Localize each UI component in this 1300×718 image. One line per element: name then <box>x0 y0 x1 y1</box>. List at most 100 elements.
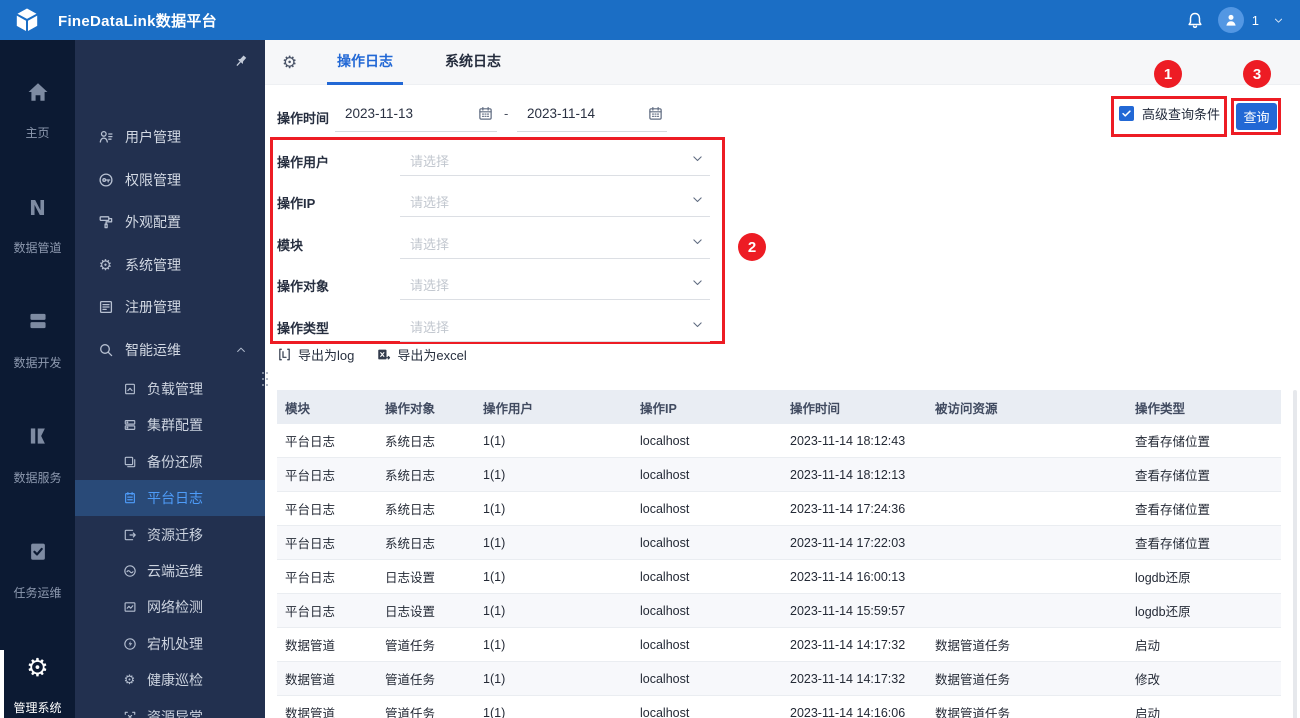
cell-operate-object: 管道任务 <box>385 707 436 718</box>
date-to-value: 2023-11-14 <box>527 106 596 121</box>
cell-accessed-resource: 数据管道任务 <box>935 639 1011 653</box>
sidebar-item-permission-mgmt[interactable]: 权限管理 <box>75 159 265 201</box>
rail-item-home[interactable]: 主页 <box>0 80 75 141</box>
checkbox-checked-icon[interactable] <box>1119 106 1134 121</box>
cell-operate-ip: localhost <box>640 671 690 686</box>
cloud-ops-icon <box>122 564 137 578</box>
cell-operate-time: 2023-11-14 14:16:06 <box>790 705 906 718</box>
active-rail-indicator <box>0 650 4 718</box>
home-icon <box>0 80 75 106</box>
date-from-field[interactable]: 2023-11-13 <box>335 98 497 132</box>
settings-gear-icon[interactable]: ⚙ <box>282 53 297 73</box>
rail-item-data-dev[interactable]: 数据开发 <box>0 310 75 371</box>
user-avatar[interactable] <box>1217 7 1244 33</box>
logo[interactable] <box>14 7 40 33</box>
sidebar-subitem-platform-log[interactable]: 平台日志 <box>75 480 265 517</box>
sidebar-subitem-cloud-ops[interactable]: 云端运维 <box>75 553 265 589</box>
tab-bar: ⚙ 操作日志 系统日志 <box>265 40 1300 85</box>
chevron-down-icon[interactable] <box>1273 15 1284 26</box>
rail-item-admin-system[interactable]: ⚙ 管理系统 <box>0 655 75 716</box>
load-icon <box>122 382 137 396</box>
tab-operation-log[interactable]: 操作日志 <box>327 40 403 85</box>
annotation-badge-3: 3 <box>1243 60 1271 88</box>
sidebar-subitem-cluster-config[interactable]: 集群配置 <box>75 407 265 443</box>
user-icon <box>97 129 114 145</box>
resource-alert-icon <box>122 710 137 718</box>
cell-module: 平台日志 <box>285 503 336 517</box>
cell-operate-ip: localhost <box>640 637 690 652</box>
advanced-query-toggle[interactable]: 高级查询条件 <box>1119 104 1220 123</box>
register-doc-icon <box>97 299 114 315</box>
cell-operate-type: 查看存储位置 <box>1135 537 1211 551</box>
calendar-icon[interactable] <box>478 106 493 121</box>
operate-object-select[interactable]: 请选择 <box>400 268 710 301</box>
cell-operate-time: 2023-11-14 14:17:32 <box>790 637 906 652</box>
cell-accessed-resource: 数据管道任务 <box>935 707 1011 718</box>
calendar-icon[interactable] <box>648 106 663 121</box>
sidebar-subitem-backup-restore[interactable]: 备份还原 <box>75 444 265 480</box>
platform-log-icon <box>122 491 137 505</box>
chevron-down-icon <box>691 152 704 165</box>
left-rail: 主页 N 数据管道 数据开发 数据服务 任务运维 ⚙ 管理系统 <box>0 40 75 718</box>
sidebar-subitem-health-check[interactable]: ⚙ 健康巡检 <box>75 662 265 698</box>
rail-item-data-pipeline[interactable]: N 数据管道 <box>0 195 75 256</box>
table-header-row: 模块 操作对象 操作用户 操作IP 操作时间 被访问资源 操作类型 <box>277 390 1281 424</box>
notification-bell-icon[interactable] <box>1186 11 1204 29</box>
sidebar-item-system-mgmt[interactable]: ⚙ 系统管理 <box>75 244 265 286</box>
sidebar-subitem-network-check[interactable]: 网络检测 <box>75 589 265 625</box>
cell-module: 平台日志 <box>285 469 336 483</box>
sidebar-item-smart-ops[interactable]: 智能运维 <box>75 329 265 371</box>
data-dev-icon <box>0 310 75 336</box>
rail-item-data-service[interactable]: 数据服务 <box>0 425 75 486</box>
sidebar-subitem-load-mgmt[interactable]: 负载管理 <box>75 371 265 407</box>
date-to-field[interactable]: 2023-11-14 <box>517 98 667 132</box>
export-log-button[interactable]: 导出为log <box>277 345 354 364</box>
operate-type-select[interactable]: 请选择 <box>400 310 710 342</box>
chevron-down-icon <box>691 235 704 248</box>
table-row: 数据管道 管道任务 1(1) localhost 2023-11-14 14:1… <box>277 662 1281 696</box>
tab-system-log[interactable]: 系统日志 <box>435 40 511 85</box>
table-row: 平台日志 系统日志 1(1) localhost 2023-11-14 18:1… <box>277 458 1281 492</box>
health-gear-icon: ⚙ <box>123 672 136 688</box>
filter-label-operate-type: 操作类型 <box>277 320 330 336</box>
date-filter-label: 操作时间 <box>277 111 330 126</box>
logo-cube-icon <box>16 8 38 31</box>
cell-module: 平台日志 <box>285 571 336 585</box>
col-operate-type: 操作类型 <box>1135 401 1186 416</box>
operate-ip-select[interactable]: 请选择 <box>400 185 710 218</box>
sidebar-item-register-mgmt[interactable]: 注册管理 <box>75 286 265 328</box>
app-title: FineDataLink数据平台 <box>58 12 217 30</box>
module-select[interactable]: 请选择 <box>400 227 710 259</box>
cell-operate-object: 系统日志 <box>385 469 436 483</box>
sidebar-item-appearance[interactable]: 外观配置 <box>75 201 265 243</box>
table-body: 平台日志 系统日志 1(1) localhost 2023-11-14 18:1… <box>277 424 1281 718</box>
table-row: 平台日志 日志设置 1(1) localhost 2023-11-14 15:5… <box>277 594 1281 628</box>
filter-label-operate-object: 操作对象 <box>277 279 330 295</box>
cell-accessed-resource: 数据管道任务 <box>935 673 1011 687</box>
cell-module: 平台日志 <box>285 435 336 449</box>
filter-label-operate-user: 操作用户 <box>277 155 330 170</box>
panel-resize-handle[interactable] <box>262 372 269 388</box>
sidebar-item-user-mgmt[interactable]: 用户管理 <box>75 116 265 158</box>
cell-operate-type: 启动 <box>1135 639 1161 653</box>
cell-module: 平台日志 <box>285 537 336 551</box>
col-operate-ip: 操作IP <box>640 401 677 416</box>
search-button[interactable]: 查询 <box>1236 103 1277 130</box>
sidebar-subitem-resource-abnormal[interactable]: 资源异常 <box>75 699 265 718</box>
sidebar-subitem-downtime-handling[interactable]: 宕机处理 <box>75 626 265 662</box>
cell-operate-user: 1(1) <box>483 433 506 448</box>
vertical-scrollbar[interactable] <box>1293 390 1297 718</box>
annotation-box-advanced-filters: 操作用户 请选择 操作IP 请选择 模块 请选择 操作对象 请选择 操作类型 请… <box>270 137 725 344</box>
cell-module: 数据管道 <box>285 639 336 653</box>
cell-module: 数据管道 <box>285 707 336 718</box>
operate-user-select[interactable]: 请选择 <box>400 144 710 176</box>
pin-icon[interactable] <box>233 53 249 69</box>
cell-operate-object: 系统日志 <box>385 503 436 517</box>
cell-operate-object: 系统日志 <box>385 435 436 449</box>
export-excel-button[interactable]: 导出为excel <box>376 345 467 364</box>
rail-item-task-ops[interactable]: 任务运维 <box>0 540 75 601</box>
sidebar-subitem-resource-migrate[interactable]: 资源迁移 <box>75 517 265 553</box>
annotation-badge-2: 2 <box>738 233 766 261</box>
chevron-up-icon[interactable] <box>235 344 247 356</box>
smart-ops-magnifier-icon <box>97 342 114 358</box>
